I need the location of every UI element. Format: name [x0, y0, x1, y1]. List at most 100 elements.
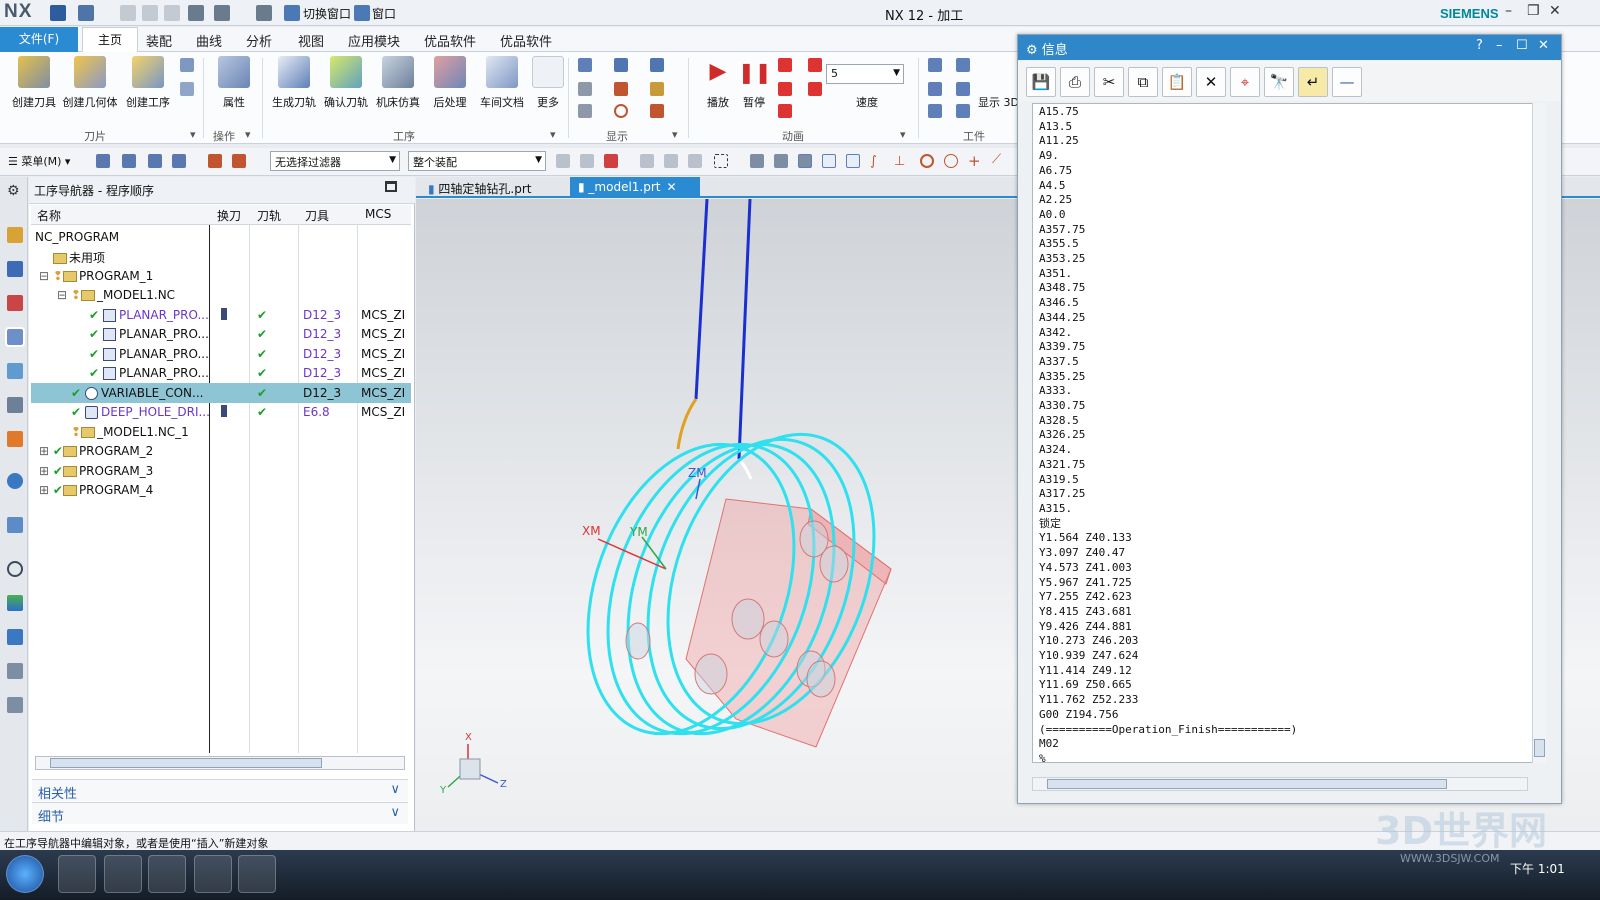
paste-icon[interactable]: 📋 — [1162, 67, 1192, 97]
collapse-icon[interactable]: ⊟ — [57, 288, 71, 302]
minimize-panel-icon[interactable]: — — [1332, 67, 1362, 97]
tree-row[interactable]: ❢ _MODEL1.NC_1 — [31, 422, 411, 442]
tab-file[interactable]: 文件(F) — [0, 27, 78, 52]
on-curve-icon[interactable]: ⟋ — [992, 152, 1006, 167]
tab-assembly[interactable]: 装配 — [146, 31, 172, 50]
repeat-command-icon[interactable] — [188, 5, 204, 21]
maximize-icon[interactable] — [385, 181, 397, 192]
create-operation-button[interactable]: 创建工序 — [120, 56, 176, 110]
tree-row[interactable]: ⊟ ❢ _MODEL1.NC — [31, 285, 411, 305]
ipw-icon-2[interactable] — [956, 58, 970, 72]
tree-row[interactable]: ✔ PLANAR_PRO... ✔ D12_3 MCS_ZI — [31, 305, 411, 325]
operation-navigator-icon[interactable] — [5, 327, 25, 347]
snap-icon-4[interactable] — [640, 154, 654, 168]
copy-icon[interactable]: ⧉ — [1128, 67, 1158, 97]
tree-row[interactable]: NC_PROGRAM — [31, 227, 411, 247]
ipw-icon-6[interactable] — [956, 104, 970, 118]
collapse-icon[interactable]: ⊟ — [39, 269, 53, 283]
tree-row[interactable]: ✔ PLANAR_PRO... ✔ D12_3 MCS_ZI — [31, 363, 411, 383]
create-geometry-button[interactable]: 创建几何体 — [62, 56, 118, 110]
select-icon-1[interactable] — [96, 154, 110, 168]
window-icon[interactable] — [354, 5, 370, 21]
cut-icon[interactable]: ✂ — [1094, 67, 1124, 97]
column-name[interactable]: 名称 — [37, 207, 61, 224]
machining-feature-navigator-icon[interactable] — [7, 397, 23, 413]
intersection-icon[interactable]: ⊥ — [894, 154, 908, 169]
tree-row[interactable]: ✔ PLANAR_PRO... ✔ D12_3 MCS_ZI — [31, 344, 411, 364]
maximize-icon[interactable]: ☐ — [1516, 38, 1528, 53]
display-vector-icon[interactable] — [650, 104, 664, 118]
close-icon[interactable]: ✕ — [1549, 3, 1561, 19]
app-taskbar-icon[interactable] — [194, 855, 232, 893]
create-method-icon[interactable] — [180, 58, 194, 72]
tree-row[interactable]: ⊟ ❢ PROGRAM_1 — [31, 266, 411, 286]
tree-row[interactable]: 未用项 — [31, 246, 411, 266]
center-point-icon[interactable] — [920, 154, 934, 168]
tab-curve[interactable]: 曲线 — [196, 31, 222, 50]
filter-icon-1[interactable] — [208, 154, 222, 168]
create-program-icon[interactable] — [180, 82, 194, 96]
group-expand-icon-3[interactable]: ▾ — [550, 128, 556, 141]
curve-point-icon[interactable]: ∫ — [870, 154, 884, 169]
expand-icon[interactable]: ⊞ — [39, 444, 53, 458]
ipw-icon-3[interactable] — [928, 82, 942, 96]
save-icon[interactable]: 💾 — [1026, 67, 1056, 97]
scroll-thumb[interactable] — [1047, 779, 1447, 789]
tab-analysis[interactable]: 分析 — [246, 31, 272, 50]
print-icon[interactable]: ⎙ — [1060, 67, 1090, 97]
rectangle-select-icon[interactable] — [714, 154, 728, 168]
group-expand-icon-5[interactable]: ▾ — [900, 128, 906, 141]
copy-icon[interactable] — [142, 5, 158, 21]
point-snap-icon[interactable] — [798, 154, 812, 168]
properties-button[interactable]: 属性 — [206, 56, 262, 110]
vertical-scrollbar[interactable] — [1532, 103, 1546, 763]
system-materials-icon[interactable] — [7, 697, 23, 713]
tab-part-2[interactable]: ▮ _model1.prt ✕ — [570, 177, 700, 198]
undo-icon[interactable] — [78, 5, 94, 21]
column-mcs[interactable]: MCS — [365, 207, 391, 221]
find-icon[interactable]: 🔭 — [1264, 67, 1294, 97]
info-title-bar[interactable]: ⚙ 信息 ? – ☐ ✕ — [1018, 35, 1561, 60]
postprocess-button[interactable]: 后处理 — [422, 56, 478, 110]
display-tool-icon[interactable] — [650, 82, 664, 96]
part-navigator-icon[interactable] — [7, 295, 23, 311]
scroll-thumb[interactable] — [1534, 739, 1545, 757]
create-tool-button[interactable]: 创建刀具 — [6, 56, 62, 110]
tree-row[interactable]: ⊞ ✔ PROGRAM_4 — [31, 480, 411, 500]
column-tool-change[interactable]: 换刀 — [217, 207, 241, 224]
explorer-taskbar-icon[interactable] — [58, 855, 96, 893]
target-icon[interactable]: ⌖ — [1230, 67, 1260, 97]
machine-simulation-button[interactable]: 机床仿真 — [370, 56, 426, 110]
snap-icon-2[interactable] — [580, 154, 594, 168]
view-icon-1[interactable] — [750, 154, 764, 168]
tree-row-selected[interactable]: ✔ VARIABLE_CON... ✔ D12_3 MCS_ZI — [31, 383, 411, 403]
tab-youpin-1[interactable]: 优品软件 — [424, 31, 476, 50]
expand-icon[interactable]: ⊞ — [39, 464, 53, 478]
selection-scope-select[interactable]: 整个装配 ▼ — [408, 151, 546, 171]
display-blank-icon[interactable] — [578, 82, 592, 96]
info-text-area[interactable]: A15.75 A13.5 A11.25 A9. A6.75 A4.5 A2.25 A0.0 A3… — [1032, 103, 1542, 763]
delete-icon[interactable]: ✕ — [1196, 67, 1226, 97]
step-forward-icon[interactable] — [808, 58, 822, 72]
ipw-icon-1[interactable] — [928, 58, 942, 72]
snap-icon-6[interactable] — [688, 154, 702, 168]
horizontal-scrollbar[interactable] — [35, 756, 405, 770]
expand-icon[interactable]: ⊞ — [39, 483, 53, 497]
column-tool[interactable]: 刀具 — [305, 207, 329, 224]
ipw-icon-5[interactable] — [928, 104, 942, 118]
filter-icon-2[interactable] — [232, 154, 246, 168]
speed-select[interactable]: 5 ▼ — [826, 64, 904, 84]
display-toolpath-icon[interactable] — [578, 58, 592, 72]
snap-icon-1[interactable] — [556, 154, 570, 168]
web-browser-icon[interactable] — [7, 473, 23, 489]
close-icon[interactable]: ✕ — [1538, 38, 1549, 53]
group-expand-icon[interactable]: ▾ — [190, 128, 196, 141]
select-icon-2[interactable] — [122, 154, 136, 168]
history-icon[interactable] — [7, 517, 23, 533]
assembly-navigator-icon[interactable] — [7, 227, 23, 243]
display-points-icon[interactable] — [650, 58, 664, 72]
snap-icon-3[interactable] — [604, 154, 618, 168]
rewind-icon[interactable] — [778, 104, 792, 118]
details-panel[interactable]: 细节 ∨ — [32, 802, 408, 825]
menu-button[interactable]: ☰ 菜单(M) ▾ — [8, 153, 70, 169]
